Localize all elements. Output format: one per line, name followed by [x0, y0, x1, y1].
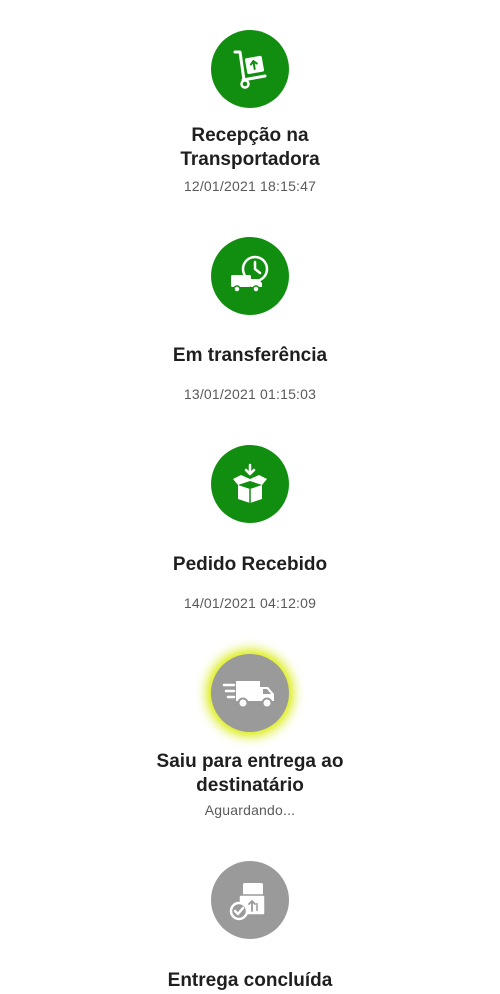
step-status-text: Aguardando...	[204, 802, 296, 818]
step-title-line1: Em transferência	[172, 345, 328, 366]
boxes-check-icon	[211, 861, 289, 939]
step-out-for-delivery: Saiu para entrega ao destinatário Aguard…	[0, 620, 500, 840]
open-box-arrow-icon	[211, 445, 289, 523]
step-title-line1: Recepção na	[191, 125, 309, 146]
hand-truck-package-icon	[211, 30, 289, 108]
step-transfer: Em transferência 13/01/2021 01:15:03	[0, 200, 500, 410]
step-timestamp: 12/01/2021 18:15:47	[183, 178, 317, 194]
delivery-van-icon	[211, 654, 289, 732]
step-title-line2: destinatário	[196, 775, 304, 796]
step-reception: Recepção na Transportadora 12/01/2021 18…	[0, 0, 500, 200]
step-title-line2: Transportadora	[180, 149, 320, 170]
step-received: Pedido Recebido 14/01/2021 04:12:09	[0, 410, 500, 620]
step-title-line1: Entrega concluída	[167, 970, 333, 991]
step-title: Pedido Recebido	[80, 553, 420, 577]
step-title: Saiu para entrega ao destinatário	[80, 750, 420, 798]
step-title-line1: Pedido Recebido	[172, 554, 328, 575]
step-title: Entrega concluída	[80, 969, 420, 993]
step-timestamp: 14/01/2021 04:12:09	[183, 595, 317, 611]
truck-clock-icon	[211, 237, 289, 315]
step-delivered: Entrega concluída	[0, 840, 500, 994]
step-title-line1: Saiu para entrega ao	[156, 751, 344, 772]
step-title: Em transferência	[80, 344, 420, 368]
step-title: Recepção na Transportadora	[80, 124, 420, 172]
step-timestamp: 13/01/2021 01:15:03	[183, 386, 317, 402]
